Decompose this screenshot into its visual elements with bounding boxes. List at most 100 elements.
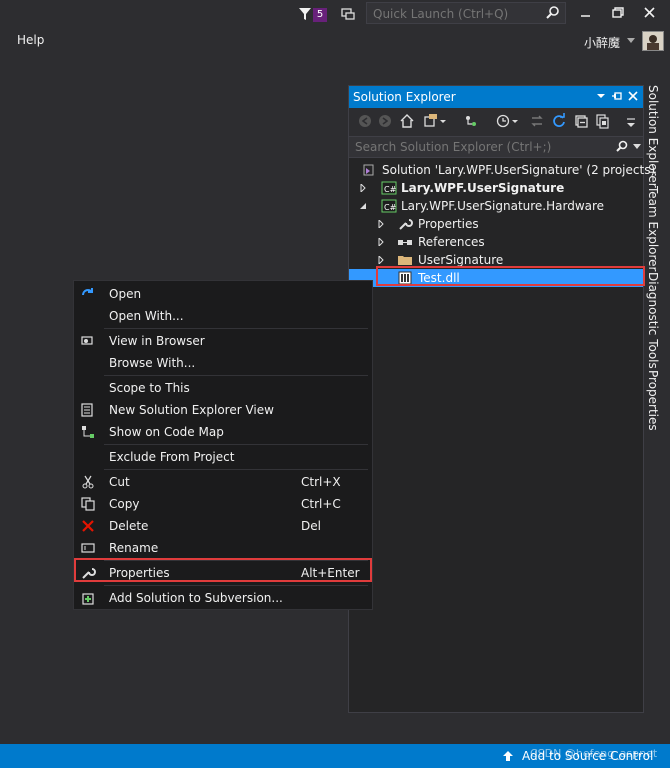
feedback-icon[interactable]	[340, 6, 356, 22]
avatar-image-icon	[643, 32, 663, 50]
open-icon	[82, 288, 93, 296]
close-icon[interactable]	[627, 90, 639, 102]
menu-item-open-with[interactable]: Open With...	[74, 305, 372, 327]
menu-item-rename[interactable]: Rename	[74, 537, 372, 559]
expand-arrow-icon[interactable]	[377, 238, 385, 246]
menu-item-copy[interactable]: Copy Ctrl+C	[74, 493, 372, 515]
show-all-files-icon[interactable]	[595, 113, 611, 129]
svg-text:C#: C#	[384, 203, 397, 212]
menu-item-label: Open	[109, 287, 142, 301]
menu-separator	[104, 444, 368, 445]
menu-item-label: Browse With...	[109, 356, 196, 370]
selected-item-highlight	[376, 266, 645, 286]
window-position-dropdown-icon[interactable]	[595, 90, 607, 102]
status-bar: Add to Source Control CSDN @hefeng_aspne…	[0, 744, 670, 768]
menu-item-browse-with[interactable]: Browse With...	[74, 352, 372, 374]
avatar[interactable]	[642, 31, 664, 51]
menu-item-add-solution-to-subversion[interactable]: Add Solution to Subversion...	[74, 587, 372, 609]
pending-changes-filter-icon[interactable]	[463, 113, 479, 129]
browser-icon	[81, 336, 93, 345]
tree-item-solution[interactable]: Solution 'Lary.WPF.UserSignature' (2 pro…	[349, 161, 655, 179]
menu-item-label: Exclude From Project	[109, 450, 235, 464]
switch-views-icon[interactable]	[423, 113, 439, 129]
new-view-icon	[81, 403, 93, 417]
expand-arrow-icon[interactable]	[377, 256, 385, 264]
watermark: CSDN @hefeng_aspnet	[530, 747, 658, 760]
tree-item-project[interactable]: C# Lary.WPF.UserSignature.Hardware	[349, 197, 643, 215]
chevron-down-icon[interactable]	[511, 113, 519, 129]
properties-item-highlight	[74, 558, 372, 582]
tree-item-label: Solution 'Lary.WPF.UserSignature' (2 pro…	[382, 163, 656, 177]
tree-item-label: UserSignature	[418, 253, 504, 267]
expand-arrow-icon[interactable]	[359, 184, 367, 192]
tree-item-properties[interactable]: Properties	[349, 215, 643, 233]
refresh-icon[interactable]	[551, 113, 567, 129]
menu-item-new-solution-explorer-view[interactable]: New Solution Explorer View	[74, 399, 372, 421]
notification-count-badge[interactable]: 5	[313, 8, 327, 22]
solution-explorer-search[interactable]	[349, 136, 643, 158]
close-icon[interactable]	[640, 4, 660, 22]
delete-icon	[82, 520, 94, 532]
chevron-down-icon[interactable]	[439, 113, 447, 129]
chevron-down-icon[interactable]	[633, 144, 641, 150]
search-icon[interactable]	[615, 140, 629, 154]
tree-item-label: References	[418, 235, 485, 249]
collapse-arrow-icon[interactable]	[359, 202, 367, 210]
quick-launch-box[interactable]	[366, 2, 566, 24]
menu-item-show-on-code-map[interactable]: Show on Code Map	[74, 421, 372, 443]
filter-icon[interactable]	[298, 6, 312, 22]
pin-icon[interactable]	[611, 90, 623, 102]
user-name[interactable]: 小醉魔	[584, 34, 620, 51]
menu-item-open[interactable]: Open	[74, 283, 372, 305]
menu-item-shortcut: Del	[301, 519, 321, 533]
history-icon[interactable]	[495, 113, 511, 129]
tree-item-project[interactable]: C# Lary.WPF.UserSignature	[349, 179, 643, 197]
menu-item-label: Scope to This	[109, 381, 190, 395]
menu-separator	[104, 328, 368, 329]
menu-item-label: Delete	[109, 519, 149, 533]
chevron-down-icon[interactable]	[627, 38, 635, 44]
back-icon[interactable]	[357, 113, 373, 129]
menu-item-view-in-browser[interactable]: View in Browser	[74, 330, 372, 352]
menu-separator	[104, 469, 368, 470]
menu-item-shortcut: Ctrl+C	[301, 497, 341, 511]
side-tab-team-explorer[interactable]: Team Explorer	[646, 186, 660, 272]
solution-explorer-panel: Solution Explorer Solution 'Lary.WPF.Use…	[348, 85, 655, 713]
menu-item-exclude-from-project[interactable]: Exclude From Project	[74, 446, 372, 468]
menu-item-label: View in Browser	[109, 334, 205, 348]
subversion-icon	[82, 593, 94, 605]
menu-separator	[104, 585, 368, 586]
menu-item-cut[interactable]: Cut Ctrl+X	[74, 471, 372, 493]
references-icon	[398, 240, 412, 245]
tree-item-label: Lary.WPF.UserSignature	[401, 181, 565, 195]
tree-item-label: Properties	[418, 217, 479, 231]
minimize-icon[interactable]	[576, 4, 596, 22]
expand-arrow-icon[interactable]	[377, 220, 385, 228]
menu-item-delete[interactable]: Delete Del	[74, 515, 372, 537]
copy-icon	[81, 497, 95, 511]
home-icon[interactable]	[399, 113, 415, 129]
search-icon[interactable]	[545, 5, 561, 21]
csharp-project-icon: C#	[381, 199, 397, 213]
side-tab-diagnostic-tools[interactable]: Diagnostic Tools	[646, 272, 660, 369]
more-options-icon[interactable]	[623, 113, 639, 129]
collapse-all-icon[interactable]	[573, 113, 589, 129]
restore-icon[interactable]	[608, 4, 628, 22]
arrow-up-icon[interactable]	[502, 750, 514, 762]
solution-explorer-titlebar: Solution Explorer	[349, 86, 643, 108]
forward-icon[interactable]	[377, 113, 393, 129]
solution-explorer-search-input[interactable]	[353, 139, 607, 155]
solution-explorer-title: Solution Explorer	[353, 90, 456, 104]
side-tab-properties[interactable]: Properties	[646, 370, 660, 431]
rename-icon	[81, 543, 95, 553]
menu-item-label: Copy	[109, 497, 140, 511]
menu-item-label: Cut	[109, 475, 130, 489]
quick-launch-input[interactable]	[371, 4, 545, 24]
sync-icon[interactable]	[529, 113, 545, 129]
menu-help[interactable]: Help	[17, 33, 44, 47]
side-tab-solution-explorer[interactable]: Solution Explorer	[646, 85, 660, 188]
solution-icon	[363, 164, 374, 176]
tree-item-references[interactable]: References	[349, 233, 643, 251]
menu-item-scope-to-this[interactable]: Scope to This	[74, 377, 372, 399]
menu-item-label: Show on Code Map	[109, 425, 224, 439]
